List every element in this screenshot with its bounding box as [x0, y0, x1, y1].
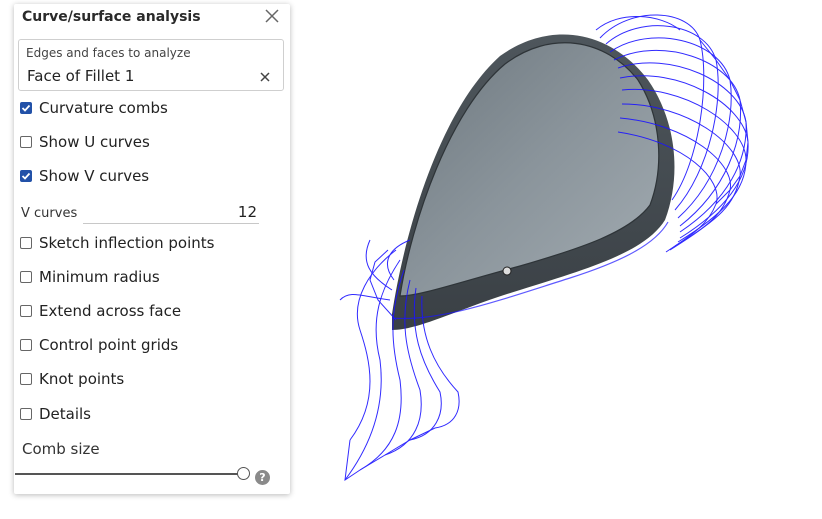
- analysis-panel: Curve/surface analysis Edges and faces t…: [14, 4, 290, 494]
- checkbox-icon[interactable]: [20, 373, 32, 385]
- slider-thumb[interactable]: [237, 467, 250, 480]
- v-curves-label: V curves: [21, 206, 78, 221]
- checkbox-icon[interactable]: [20, 136, 32, 148]
- option-label: Sketch inflection points: [39, 234, 215, 252]
- fillet-model-graphic: [339, 14, 749, 482]
- checkbox-icon[interactable]: [20, 271, 32, 283]
- comb-size-label: Comb size: [22, 440, 100, 458]
- checkbox-checked-icon[interactable]: [20, 170, 32, 182]
- option-label: Show V curves: [39, 167, 150, 185]
- selection-field[interactable]: Edges and faces to analyze Face of Fille…: [18, 39, 284, 91]
- checkbox-icon[interactable]: [20, 339, 32, 351]
- option-label: Details: [39, 405, 92, 423]
- v-curves-input[interactable]: 12: [83, 203, 259, 224]
- option-label: Knot points: [39, 370, 125, 388]
- panel-header: Curve/surface analysis: [14, 4, 290, 32]
- checkbox-icon[interactable]: [20, 305, 32, 317]
- option-sketch-inflection-points[interactable]: Sketch inflection points: [20, 231, 214, 255]
- clear-selection-icon[interactable]: [258, 69, 272, 83]
- checkbox-icon[interactable]: [20, 237, 32, 249]
- option-control-point-grids[interactable]: Control point grids: [20, 333, 178, 357]
- comb-size-slider[interactable]: [15, 467, 250, 481]
- slider-track[interactable]: [15, 473, 243, 475]
- panel-title: Curve/surface analysis: [22, 9, 201, 25]
- checkbox-checked-icon[interactable]: [20, 102, 32, 114]
- option-show-v-curves[interactable]: Show V curves: [20, 164, 149, 188]
- option-show-u-curves[interactable]: Show U curves: [20, 130, 150, 154]
- option-label: Extend across face: [39, 302, 182, 320]
- option-label: Control point grids: [39, 336, 179, 354]
- help-icon[interactable]: ?: [255, 470, 270, 485]
- close-icon[interactable]: [263, 7, 281, 25]
- option-curvature-combs[interactable]: Curvature combs: [20, 96, 168, 120]
- selection-field-label: Edges and faces to analyze: [26, 46, 191, 60]
- option-knot-points[interactable]: Knot points: [20, 367, 124, 391]
- option-label: Curvature combs: [39, 99, 168, 117]
- option-extend-across-face[interactable]: Extend across face: [20, 299, 181, 323]
- option-label: Show U curves: [39, 133, 150, 151]
- option-details[interactable]: Details: [20, 402, 91, 426]
- selection-field-value: Face of Fillet 1: [27, 67, 135, 85]
- checkbox-icon[interactable]: [20, 408, 32, 420]
- 3d-viewport[interactable]: [300, 0, 822, 515]
- option-label: Minimum radius: [39, 268, 160, 286]
- v-curves-row: V curves 12: [21, 203, 259, 225]
- option-minimum-radius[interactable]: Minimum radius: [20, 265, 160, 289]
